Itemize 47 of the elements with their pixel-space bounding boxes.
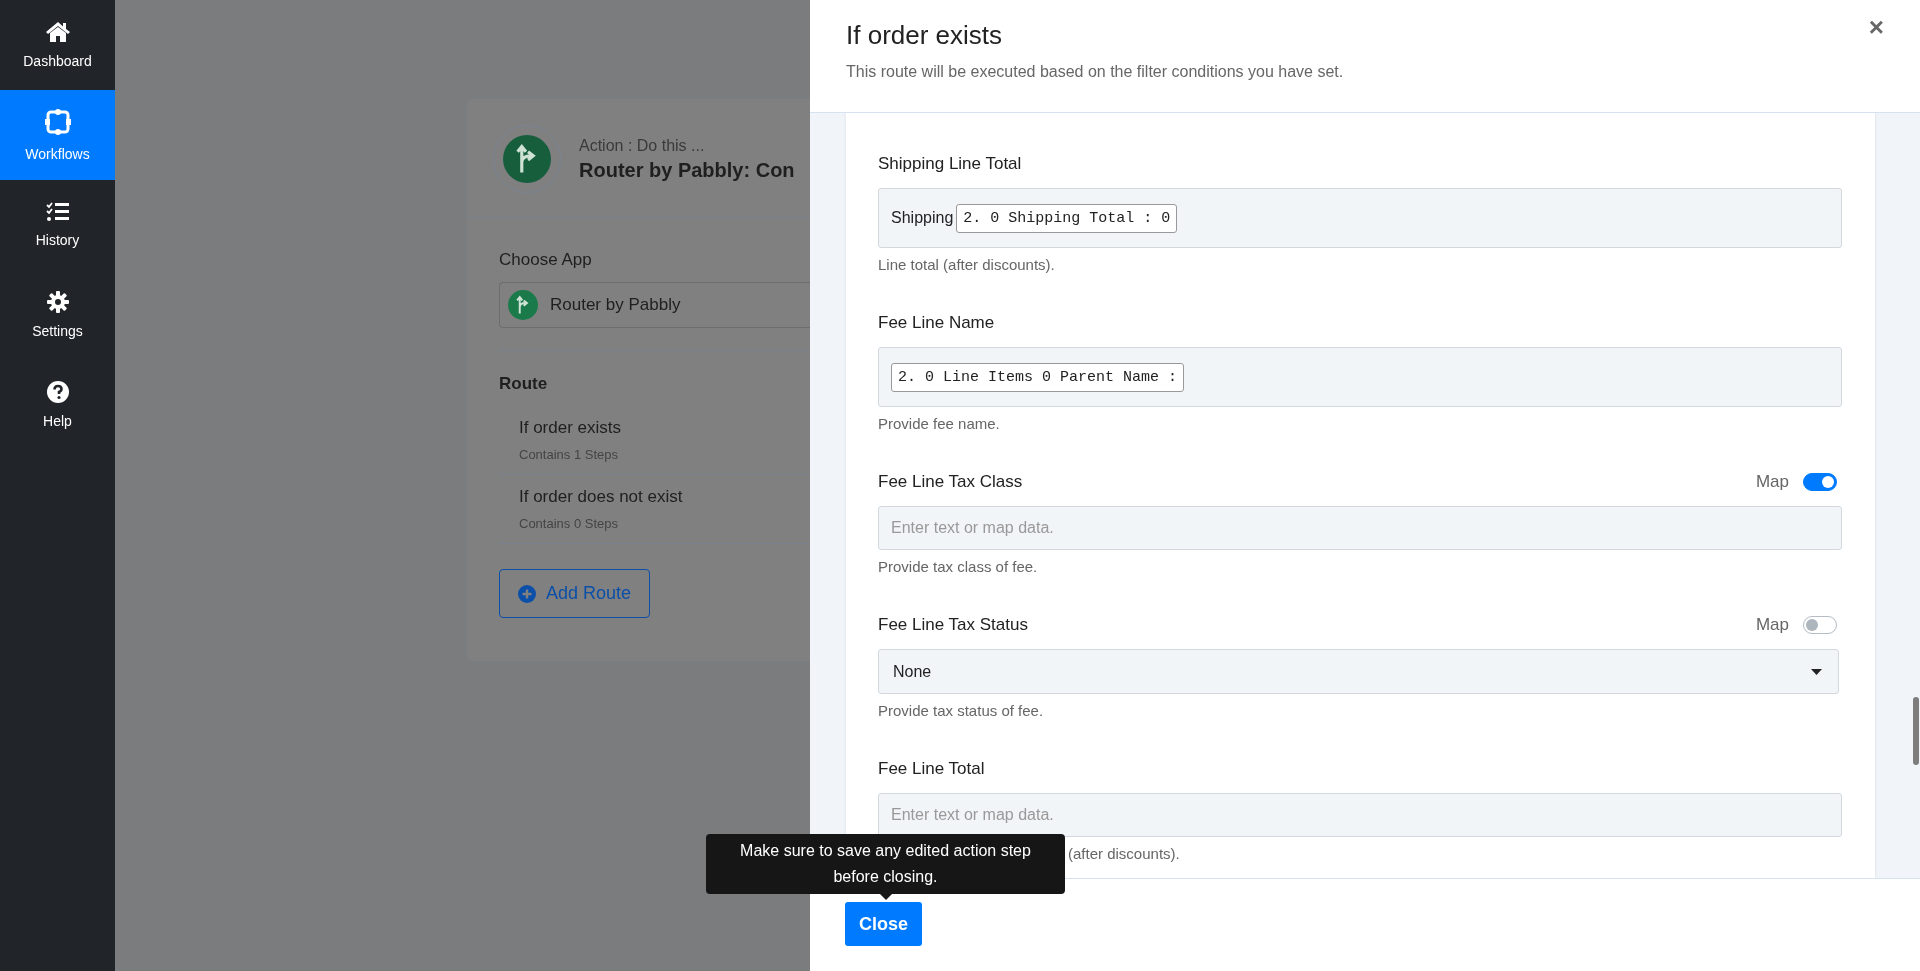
mapped-field[interactable]: Shipping 2. 0 Shipping Total : 0: [878, 188, 1842, 248]
map-label: Map: [1755, 615, 1789, 635]
caret-icon: [1811, 668, 1822, 675]
data-chip[interactable]: 2. 0 Shipping Total : 0: [956, 203, 1178, 233]
panel-subtitle: This route will be executed based on the filter conditions you have set.: [846, 63, 1345, 81]
sidebar-item[interactable]: Dashboard: [0, 0, 115, 90]
close-button[interactable]: Close: [845, 902, 923, 946]
sidebar-item[interactable]: Settings: [0, 270, 115, 360]
scrollbar-thumb[interactable]: [1913, 697, 1919, 765]
step-title: Router by Pabbly: Con: [579, 158, 795, 182]
field-label: Fee Line Tax Class: [878, 472, 1023, 492]
field-label: Choose App: [499, 250, 593, 270]
map-label: Map: [1755, 472, 1789, 492]
router-icon: [508, 290, 538, 320]
field-help: (after discounts).: [1068, 844, 1180, 864]
sidebar-item[interactable]: Help: [0, 360, 115, 450]
field-help: Line total (after discounts).: [878, 255, 1055, 275]
sidebar-item[interactable]: History: [0, 180, 115, 270]
panel-title: If order exists: [846, 20, 1003, 51]
route-heading: Route: [499, 374, 549, 394]
field-label: Fee Line Tax Status: [878, 615, 1028, 635]
input-field[interactable]: Enter text or map data.: [878, 793, 1842, 837]
settings-icon: [46, 291, 69, 313]
field-help: Provide tax status of fee.: [878, 701, 1044, 721]
data-chip[interactable]: 2. 0 Line Items 0 Parent Name :: [891, 362, 1185, 392]
field-label: Fee Line Total: [878, 759, 985, 779]
field-help: Provide fee name.: [878, 414, 1000, 434]
app-select[interactable]: Router by Pabbly: [499, 282, 810, 328]
home-icon: [44, 21, 71, 43]
map-toggle[interactable]: [1803, 473, 1837, 491]
plus-circle-icon: [518, 584, 536, 603]
router-icon: [503, 135, 551, 183]
field-label: Fee Line Name: [878, 313, 995, 333]
sidebar-item[interactable]: Workflows: [0, 90, 115, 180]
field-label: Shipping Line Total: [878, 154, 1022, 174]
field-help: Provide tax class of fee.: [878, 557, 1038, 577]
action-label: Action : Do this ...: [579, 136, 706, 155]
mapped-field[interactable]: 2. 0 Line Items 0 Parent Name :: [878, 347, 1842, 407]
help-icon: [46, 381, 69, 403]
field-prefix: Shipping: [891, 209, 954, 227]
close-icon[interactable]: ×: [1868, 12, 1884, 43]
map-toggle[interactable]: [1803, 616, 1837, 634]
workflow-icon: [43, 108, 72, 136]
checklist-icon: [45, 202, 70, 222]
select-field[interactable]: None: [878, 649, 1839, 694]
tooltip: Make sure to save any edited action step before closing.: [706, 834, 1065, 900]
input-field[interactable]: Enter text or map data.: [878, 506, 1842, 550]
